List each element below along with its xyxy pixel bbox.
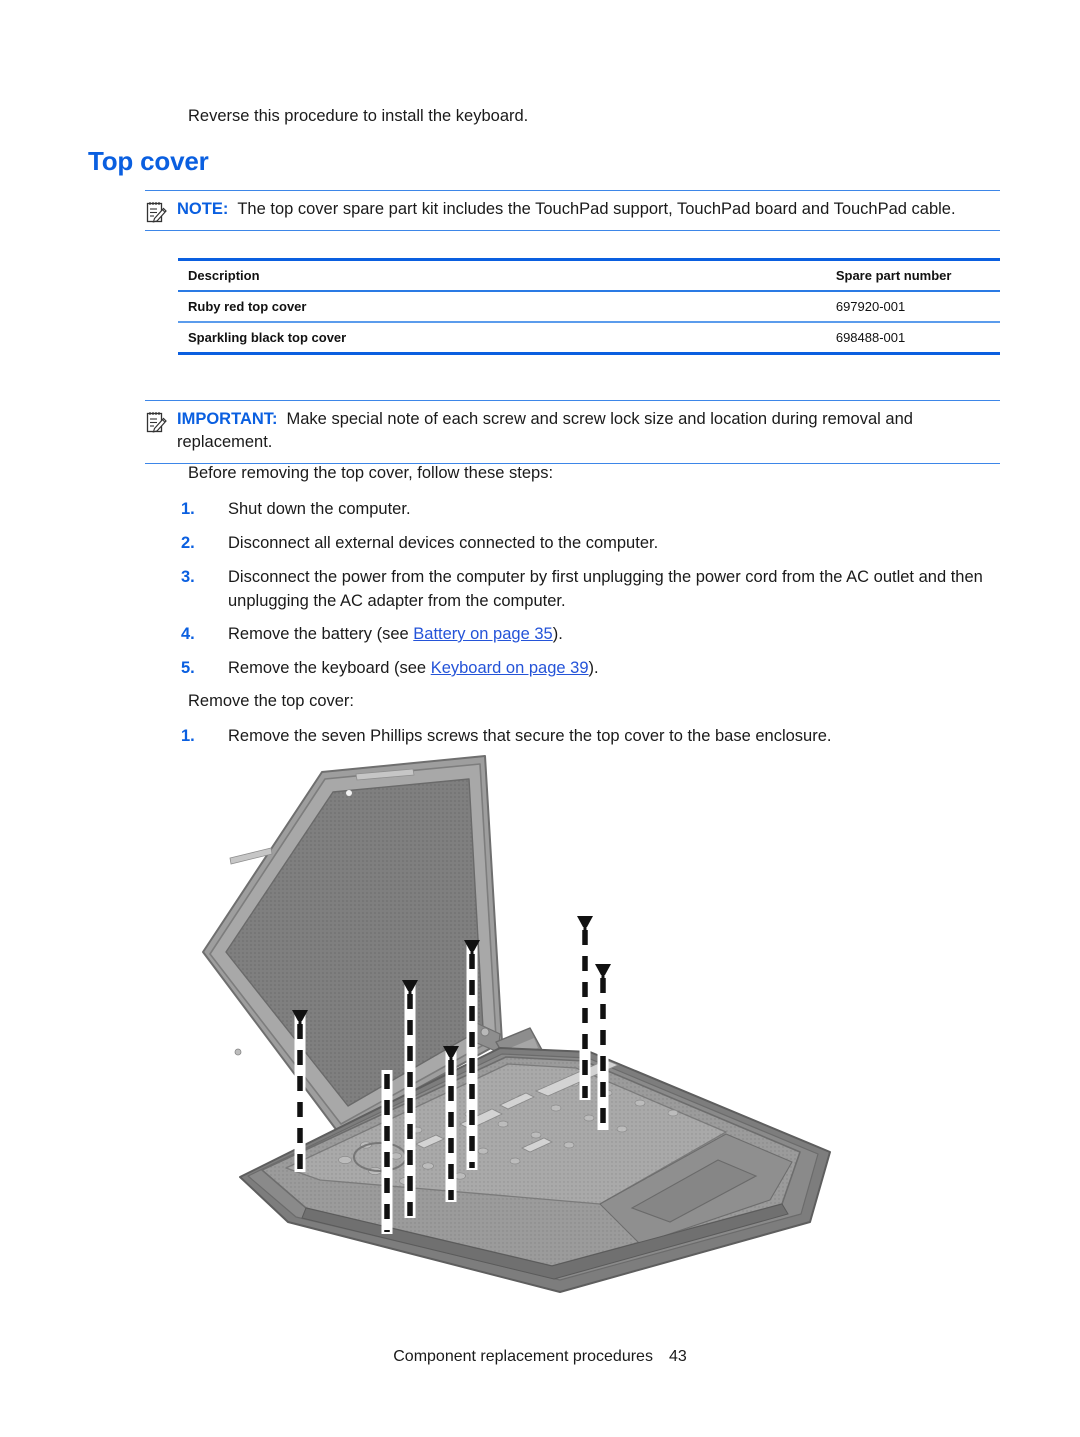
cell-description: Sparkling black top cover: [188, 330, 347, 345]
page-title: Top cover: [88, 146, 209, 176]
important-pad-pencil-icon: [145, 410, 167, 434]
step-text: Disconnect all external devices connecte…: [228, 534, 659, 552]
before-removing-paragraph: Before removing the top cover, follow th…: [188, 464, 554, 482]
list-item: 2. Disconnect all external devices conne…: [181, 531, 1001, 555]
step-text: Remove the seven Phillips screws that se…: [228, 727, 832, 745]
cell-part-number: 697920-001: [835, 299, 906, 314]
footer-title: Component replacement procedures: [393, 1348, 653, 1365]
important-label: IMPORTANT:: [177, 410, 278, 428]
step-text-suffix: ).: [552, 625, 563, 643]
step-text: Shut down the computer.: [228, 500, 411, 518]
document-page: Reverse this procedure to install the ke…: [0, 0, 1080, 1437]
step-text: Remove the keyboard (see Keyboard on pag…: [181, 656, 1001, 680]
cell-description: Ruby red top cover: [188, 299, 307, 314]
note-pad-pencil-icon: [145, 200, 167, 224]
column-header-spare-part-number: Spare part number: [835, 268, 952, 283]
table-head: Description Spare part number: [178, 259, 1000, 291]
list-item: 3. Disconnect the power from the compute…: [181, 565, 1001, 613]
step-text-prefix: Remove the battery (see: [228, 625, 414, 643]
list-item: 1. Remove the seven Phillips screws that…: [181, 724, 1001, 748]
laptop-figure-svg: [202, 755, 831, 1293]
remove-top-cover-paragraph: Remove the top cover:: [188, 692, 354, 710]
note-admonition: NOTE: The top cover spare part kit includ…: [145, 190, 1000, 231]
table-body: Ruby red top cover 697920-001 Sparkling …: [178, 291, 1000, 354]
note-label: NOTE:: [177, 200, 229, 218]
list-item: 1. Shut down the computer.: [181, 497, 1001, 521]
table-row: Ruby red top cover 697920-001: [178, 291, 1000, 322]
laptop-top-cover-screw-removal-illustration: [170, 752, 910, 1312]
page-footer: Component replacement procedures 43: [0, 1348, 1080, 1366]
important-text: Make special note of each screw and scre…: [177, 410, 913, 451]
table-row: Sparkling black top cover 698488-001: [178, 322, 1000, 354]
step-number: 1.: [181, 727, 195, 745]
important-admonition: IMPORTANT: Make special note of each scre…: [145, 400, 1000, 464]
step-number: 3.: [181, 568, 195, 586]
step-number: 1.: [181, 500, 195, 518]
step-text-prefix: Remove the keyboard (see: [228, 659, 431, 677]
list-item: 5. Remove the keyboard (see Keyboard on …: [181, 656, 1001, 680]
note-text: The top cover spare part kit includes th…: [237, 200, 956, 218]
cross-reference-link-battery[interactable]: Battery on page 35: [413, 625, 552, 643]
step-number: 5.: [181, 659, 195, 677]
intro-paragraph: Reverse this procedure to install the ke…: [188, 107, 529, 125]
webcam-dot: [346, 790, 352, 796]
spare-part-table: Description Spare part number Ruby red t…: [178, 258, 1000, 355]
cross-reference-link-keyboard[interactable]: Keyboard on page 39: [431, 659, 589, 677]
footer-page-number: 43: [668, 1348, 687, 1365]
step-text: Disconnect the power from the computer b…: [228, 568, 983, 610]
list-item: 4. Remove the battery (see Battery on pa…: [181, 622, 1001, 646]
step-text-suffix: ).: [588, 659, 599, 677]
step-text: Remove the battery (see Battery on page …: [181, 622, 1001, 646]
table-header-row: Description Spare part number: [178, 259, 1000, 291]
step-number: 2.: [181, 534, 195, 552]
column-header-description: Description: [188, 268, 260, 283]
cell-part-number: 698488-001: [835, 330, 906, 345]
step-number: 4.: [181, 625, 195, 643]
